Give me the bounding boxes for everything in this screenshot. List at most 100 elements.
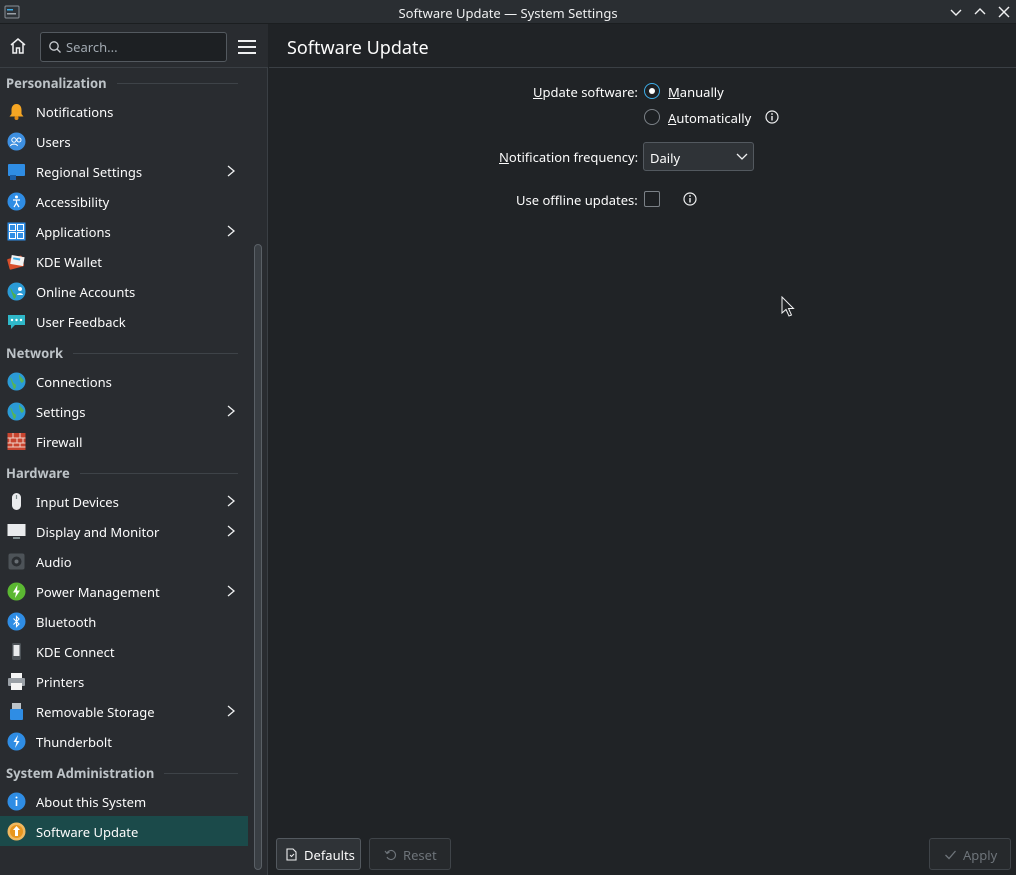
sidebar-item-label: Firewall: [36, 433, 83, 451]
speaker-icon: [8, 553, 25, 570]
sidebar-item-user-feedback[interactable]: User Feedback: [0, 306, 248, 336]
home-button[interactable]: [6, 34, 30, 58]
sidebar-item-software-update[interactable]: Software Update: [0, 816, 248, 846]
chevron-right-icon: [227, 585, 236, 597]
sidebar-item-label: Display and Monitor: [36, 523, 160, 541]
sidebar-item-regional-settings[interactable]: Regional Settings: [0, 156, 248, 186]
sidebar-item-users[interactable]: Users: [0, 126, 248, 156]
sidebar-item-thunderbolt[interactable]: Thunderbolt: [0, 726, 248, 756]
manually-radio[interactable]: [644, 83, 660, 99]
section-divider: [79, 472, 238, 474]
info-icon[interactable]: [765, 110, 779, 124]
apply-button[interactable]: Apply: [929, 838, 1011, 870]
maximize-button[interactable]: [971, 3, 989, 21]
sidebar-item-power-management[interactable]: Power Management: [0, 576, 248, 606]
mouse-icon: [12, 493, 21, 510]
notification-frequency-label: Notification frequency:: [499, 148, 639, 166]
info-icon[interactable]: [683, 192, 697, 206]
sidebar-item-label: Removable Storage: [36, 703, 155, 721]
sidebar-item-kde-wallet[interactable]: KDE Wallet: [0, 246, 248, 276]
section-title: Personalization: [6, 74, 107, 92]
minimize-button[interactable]: [947, 3, 965, 21]
usb-icon: [10, 703, 23, 720]
document-icon: [286, 848, 297, 861]
bell-icon: [9, 104, 24, 120]
chevron-right-icon: [227, 495, 236, 507]
section-divider: [164, 772, 238, 774]
sidebar-item-label: Online Accounts: [36, 283, 136, 301]
sidebar-item-label: Power Management: [36, 583, 160, 601]
defaults-button[interactable]: Defaults: [276, 838, 361, 870]
section-title: System Administration: [6, 764, 155, 782]
users-icon: [7, 132, 26, 151]
section-network: Network: [0, 340, 248, 366]
chevron-right-icon: [227, 165, 236, 177]
button-label: Apply: [963, 846, 998, 864]
sidebar-item-label: Regional Settings: [36, 163, 143, 181]
chevron-right-icon: [227, 525, 236, 537]
chevron-down-icon: [736, 153, 748, 160]
undo-icon: [384, 849, 397, 861]
sidebar-item-firewall[interactable]: Firewall: [0, 426, 248, 456]
sidebar-item-label: Audio: [36, 553, 72, 571]
offline-updates-label: Use offline updates:: [516, 191, 638, 209]
sidebar-item-audio[interactable]: Audio: [0, 546, 248, 576]
offline-updates-checkbox[interactable]: [644, 191, 660, 207]
thunderbolt-icon: [7, 732, 26, 751]
manually-radio-label[interactable]: Manually: [668, 83, 724, 101]
sidebar-item-label: Applications: [36, 223, 111, 241]
sidebar-item-about-this-system[interactable]: About this System: [0, 786, 248, 816]
bluetooth-icon: [7, 612, 26, 631]
sidebar-item-notifications[interactable]: Notifications: [0, 96, 248, 126]
section-personalization: Personalization: [0, 70, 248, 96]
sidebar-item-display-and-monitor[interactable]: Display and Monitor: [0, 516, 248, 546]
section-title: Hardware: [6, 464, 70, 482]
sidebar-item-applications[interactable]: Applications: [0, 216, 248, 246]
automatically-radio-label[interactable]: Automatically: [668, 109, 751, 127]
feedback-icon: [8, 315, 25, 329]
search-field[interactable]: [40, 32, 227, 62]
search-icon: [49, 41, 61, 53]
sidebar-item-bluetooth[interactable]: Bluetooth: [0, 606, 248, 636]
sidebar-item-connections[interactable]: Connections: [0, 366, 248, 396]
sidebar-scrollbar[interactable]: [254, 244, 262, 870]
reset-button[interactable]: Reset: [369, 838, 451, 870]
wallet-icon: [7, 255, 25, 270]
printer-icon: [8, 673, 25, 690]
sidebar-item-removable-storage[interactable]: Removable Storage: [0, 696, 248, 726]
sidebar-item-label: Printers: [36, 673, 85, 691]
hamburger-menu-button[interactable]: [236, 36, 258, 58]
sidebar-item-label: Notifications: [36, 103, 114, 121]
sidebar-item-kde-connect[interactable]: KDE Connect: [0, 636, 248, 666]
section-divider: [116, 82, 238, 84]
sidebar-item-accessibility[interactable]: Accessibility: [0, 186, 248, 216]
sidebar-item-label: About this System: [36, 793, 147, 811]
mouse-cursor-icon: [781, 296, 795, 317]
globe-icon: [7, 372, 26, 391]
title-bar: Software Update — System Settings: [0, 0, 1016, 24]
chevron-right-icon: [227, 225, 236, 237]
notification-frequency-select[interactable]: Daily: [643, 142, 754, 171]
sidebar-item-label: Thunderbolt: [36, 733, 112, 751]
phone-icon: [12, 643, 21, 660]
applications-icon: [7, 222, 26, 241]
sidebar-item-label: Users: [36, 133, 71, 151]
automatically-radio[interactable]: [644, 109, 660, 125]
sidebar-item-network-settings[interactable]: Settings: [0, 396, 248, 426]
sidebar-item-printers[interactable]: Printers: [0, 666, 248, 696]
button-label: Reset: [403, 846, 437, 864]
update-software-label: Update software:: [533, 83, 638, 101]
sidebar-item-label: KDE Wallet: [36, 253, 103, 271]
close-button[interactable]: [995, 3, 1013, 21]
sidebar-item-label: Software Update: [36, 823, 139, 841]
sidebar-item-online-accounts[interactable]: Online Accounts: [0, 276, 248, 306]
section-divider: [73, 352, 238, 354]
power-icon: [7, 582, 26, 601]
search-input[interactable]: [66, 37, 221, 57]
main-header: Software Update: [269, 24, 1016, 68]
sidebar-item-label: Settings: [36, 403, 86, 421]
sidebar-header: [0, 24, 268, 68]
sidebar-item-input-devices[interactable]: Input Devices: [0, 486, 248, 516]
section-hardware: Hardware: [0, 460, 248, 486]
sidebar-item-label: KDE Connect: [36, 643, 115, 661]
